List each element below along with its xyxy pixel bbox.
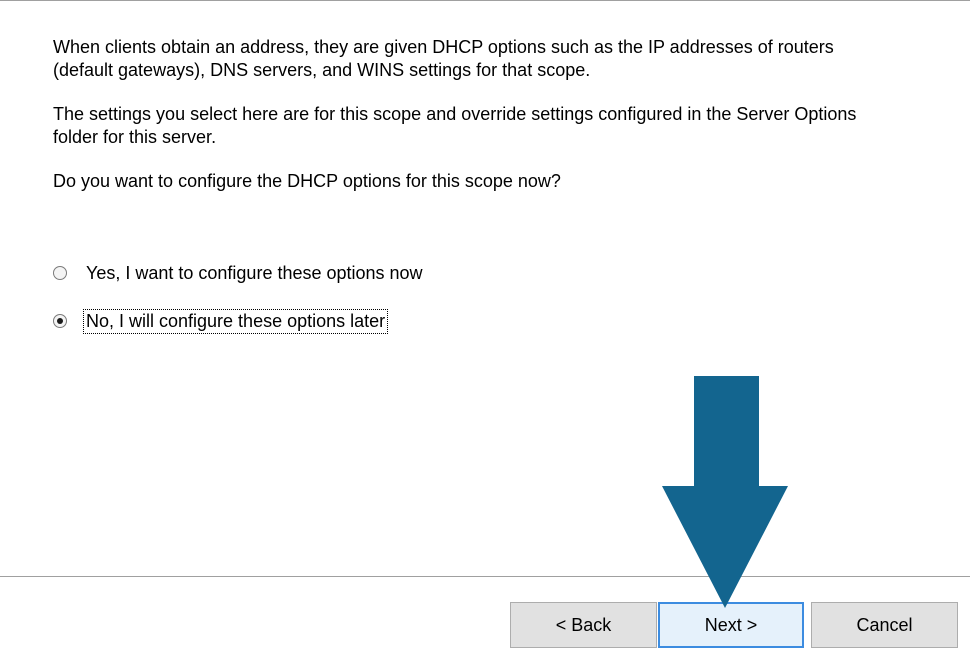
question-text: Do you want to configure the DHCP option…	[53, 171, 561, 191]
radio-option-yes[interactable]: Yes, I want to configure these options n…	[53, 261, 425, 285]
radio-button-yes[interactable]	[53, 266, 67, 280]
top-divider	[0, 0, 970, 1]
down-arrow-shape	[662, 376, 788, 608]
back-button[interactable]: < Back	[510, 602, 657, 648]
description-paragraph-dhcp-options: When clients obtain an address, they are…	[53, 37, 834, 80]
down-arrow-icon	[662, 376, 788, 608]
description-paragraph-scope-settings: The settings you select here are for thi…	[53, 104, 857, 147]
radio-label-no[interactable]: No, I will configure these options later	[82, 308, 389, 334]
button-area-divider-highlight	[0, 577, 970, 578]
radio-button-no[interactable]	[53, 314, 67, 328]
cancel-button[interactable]: Cancel	[811, 602, 958, 648]
radio-label-yes[interactable]: Yes, I want to configure these options n…	[84, 262, 425, 285]
radio-option-no[interactable]: No, I will configure these options later	[53, 308, 389, 334]
wizard-content: When clients obtain an address, they are…	[53, 36, 933, 193]
next-button[interactable]: Next >	[658, 602, 804, 648]
